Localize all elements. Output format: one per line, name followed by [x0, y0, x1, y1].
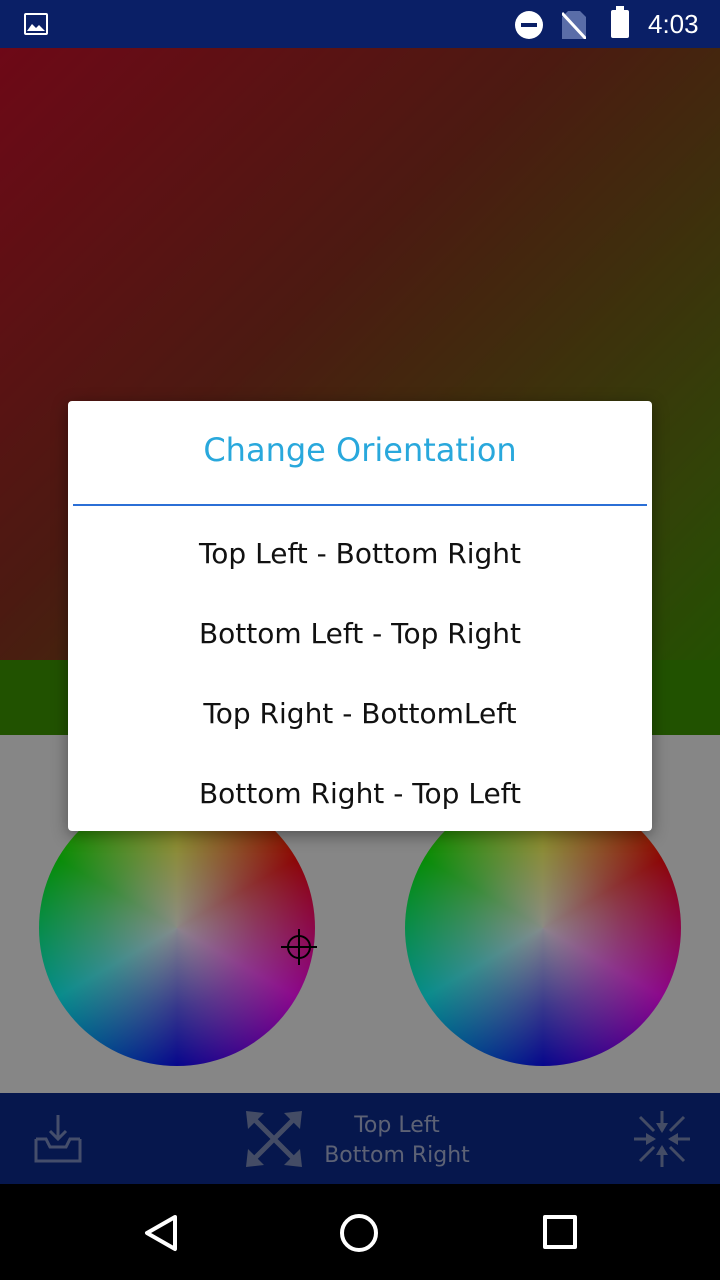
- status-bar: 4:03: [0, 0, 720, 48]
- change-orientation-dialog: Change Orientation Top Left - Bottom Rig…: [68, 401, 652, 831]
- option-top-left-bottom-right[interactable]: Top Left - Bottom Right: [68, 514, 652, 594]
- dialog-title: Change Orientation: [203, 431, 517, 469]
- navigation-bar: [0, 1184, 720, 1280]
- crosshair-icon[interactable]: [281, 929, 317, 965]
- home-icon[interactable]: [340, 1214, 378, 1252]
- image-icon: [24, 13, 48, 35]
- recent-apps-icon[interactable]: [543, 1215, 577, 1249]
- battery-icon: [611, 6, 629, 38]
- option-bottom-right-top-left[interactable]: Bottom Right - Top Left: [68, 754, 652, 834]
- option-bottom-left-top-right[interactable]: Bottom Left - Top Right: [68, 594, 652, 674]
- status-time: 4:03: [648, 9, 699, 39]
- option-top-right-bottom-left[interactable]: Top Right - BottomLeft: [68, 674, 652, 754]
- no-sim-icon: [562, 11, 586, 39]
- back-icon[interactable]: [143, 1214, 179, 1252]
- dnd-icon: [515, 11, 543, 39]
- dialog-divider: [73, 504, 647, 506]
